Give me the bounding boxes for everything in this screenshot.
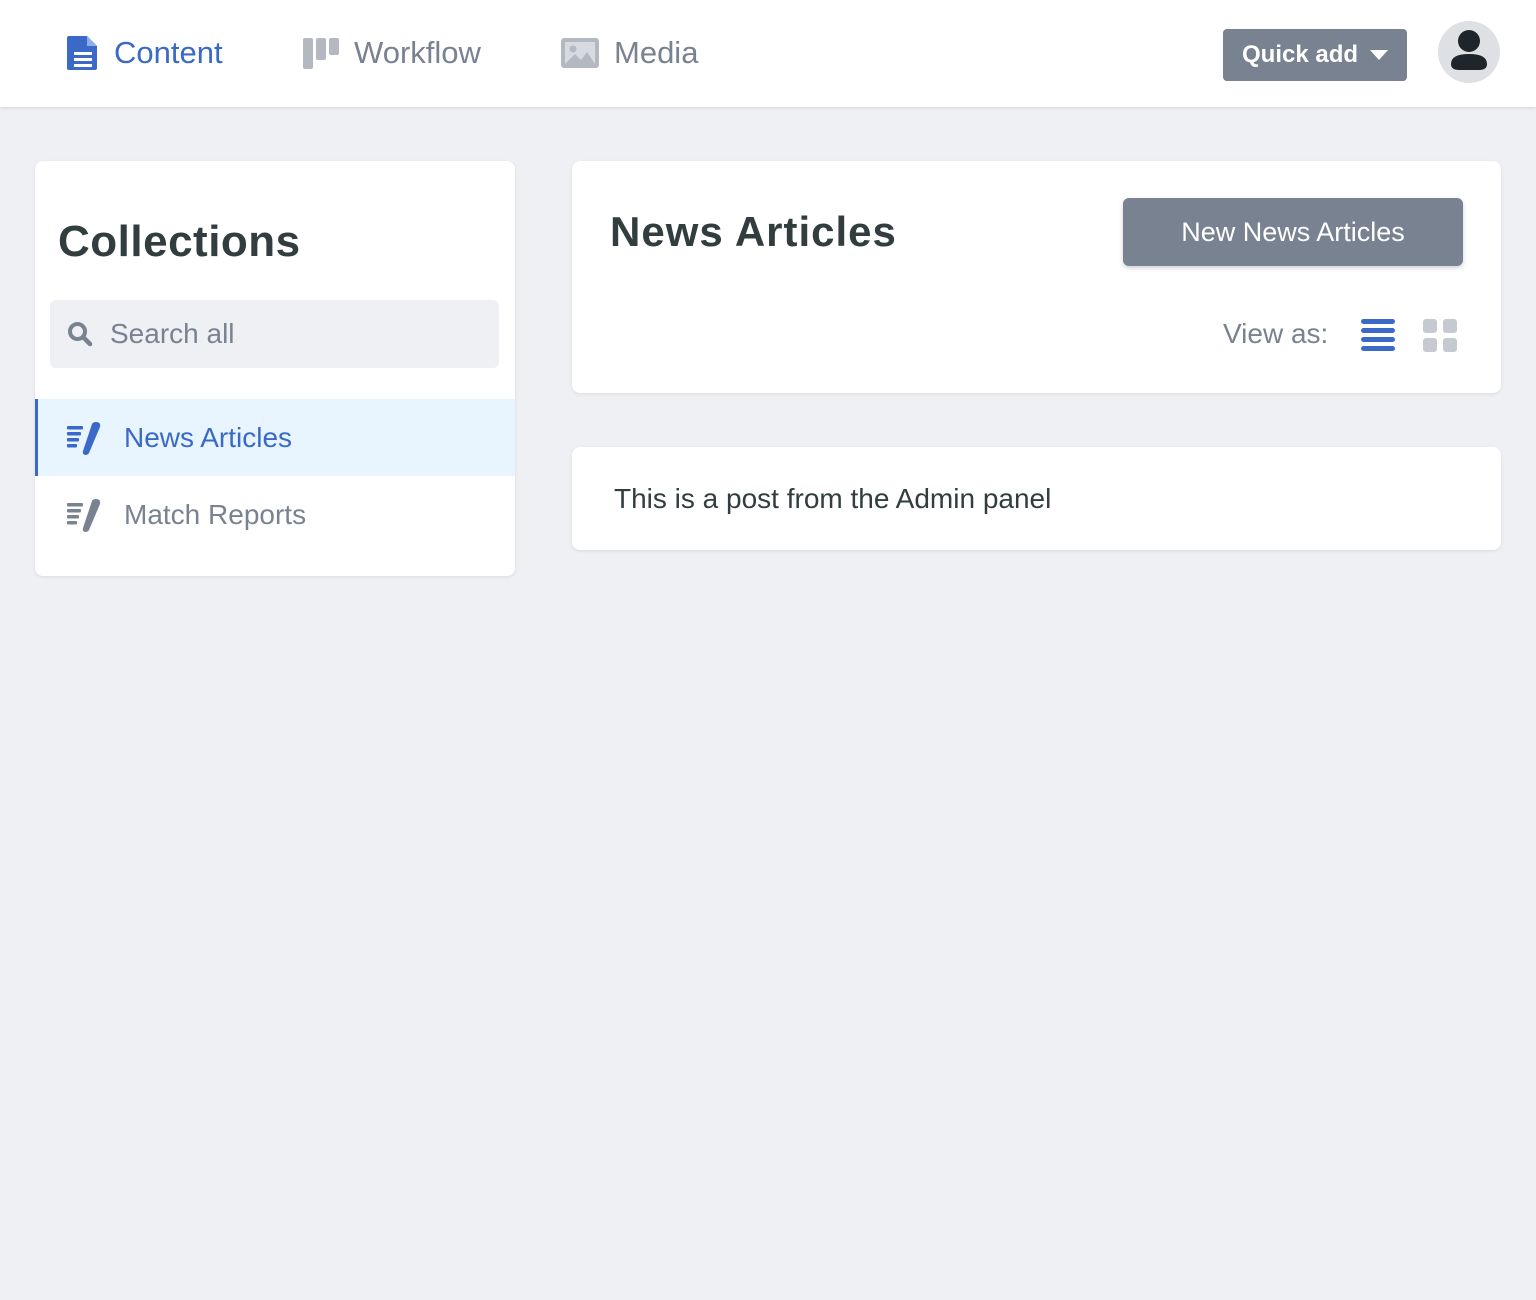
user-icon (1449, 28, 1489, 77)
grid-view-icon[interactable] (1421, 317, 1459, 360)
nav-item-label: Content (114, 35, 223, 70)
document-icon (66, 34, 100, 72)
quick-add-label: Quick add (1241, 41, 1359, 68)
image-icon (560, 36, 600, 70)
entry-title: This is a post from the Admin panel (614, 483, 1052, 514)
list-view-icon[interactable] (1359, 316, 1397, 359)
collection-header-card: News Articles New News Articles View as: (572, 161, 1501, 393)
sidebar-item-news-articles[interactable]: News Articles (35, 399, 515, 476)
edit-list-icon (66, 420, 102, 456)
nav-item-label: Workflow (354, 35, 481, 70)
sidebar-item-label: Match Reports (124, 498, 307, 530)
nav-item-workflow[interactable]: Workflow (302, 30, 481, 76)
nav-item-media[interactable]: Media (560, 30, 698, 76)
quick-add-button[interactable]: Quick add (1223, 29, 1407, 81)
nav-item-label: Media (614, 35, 699, 70)
kanban-icon (302, 36, 340, 70)
edit-list-icon (66, 497, 102, 533)
top-navigation-bar: Content Workflow Media Quick add (0, 0, 1536, 107)
search-icon (67, 321, 93, 347)
view-as-label: View as: (1223, 318, 1329, 349)
entry-card[interactable]: This is a post from the Admin panel (572, 447, 1501, 550)
sidebar-item-label: News Articles (124, 421, 293, 453)
page-title: News Articles (610, 208, 897, 255)
chevron-down-icon (1370, 49, 1389, 61)
collections-sidebar: Collections News Articles (35, 161, 515, 576)
new-entry-button[interactable]: New News Articles (1123, 198, 1463, 266)
nav-item-content[interactable]: Content (66, 30, 223, 76)
search-input[interactable] (110, 318, 470, 350)
sidebar-title: Collections (58, 217, 301, 266)
user-avatar[interactable] (1438, 21, 1500, 83)
sidebar-item-match-reports[interactable]: Match Reports (35, 476, 515, 553)
search-box (50, 300, 499, 368)
